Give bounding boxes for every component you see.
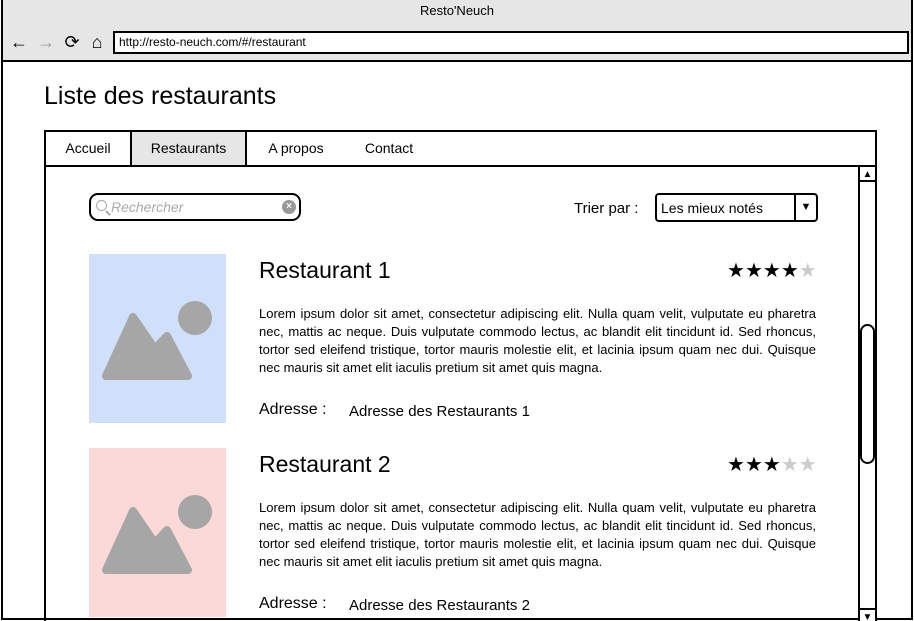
sort-label: Trier par : — [574, 200, 639, 217]
address-bar[interactable]: http://resto-neuch.com/#/restaurant — [113, 31, 909, 54]
forward-icon[interactable]: → — [36, 32, 56, 52]
star-icon: ★ — [744, 454, 763, 476]
restaurant-name[interactable]: Restaurant 2 — [259, 451, 391, 478]
scroll-up-icon[interactable]: ▲ — [860, 167, 875, 182]
address-value: Adresse des Restaurants 2 — [349, 597, 530, 614]
search-box: × — [89, 193, 301, 221]
star-icon: ★ — [780, 260, 799, 282]
chevron-down-icon[interactable]: ▼ — [794, 195, 816, 220]
rating-stars: ★★★★★ — [727, 258, 817, 283]
restaurant-list-content: × Trier par : Les mieux notés ▼ Restaura… — [46, 167, 858, 621]
restaurant-name[interactable]: Restaurant 1 — [259, 257, 391, 284]
image-placeholder-icon — [89, 448, 226, 617]
restaurant-image — [89, 254, 226, 423]
star-icon: ★ — [798, 260, 817, 282]
reload-icon[interactable]: ⟳ — [62, 32, 82, 52]
address-value: Adresse des Restaurants 1 — [349, 403, 530, 420]
url-text: http://resto-neuch.com/#/restaurant — [119, 35, 306, 49]
browser-toolbar: ← → ⟳ ⌂ http://resto-neuch.com/#/restaur… — [3, 24, 911, 62]
page-title: Liste des restaurants — [44, 82, 277, 110]
restaurant-card: Restaurant 1 ★★★★★ Lorem ipsum dolor sit… — [89, 254, 819, 444]
star-icon: ★ — [762, 454, 781, 476]
scroll-down-icon[interactable]: ▼ — [860, 608, 875, 621]
home-icon[interactable]: ⌂ — [87, 32, 107, 52]
star-icon: ★ — [798, 454, 817, 476]
tab-restaurants[interactable]: Restaurants — [130, 132, 247, 165]
star-icon: ★ — [727, 454, 745, 476]
tab-a-propos[interactable]: A propos — [247, 132, 345, 165]
star-icon: ★ — [780, 454, 799, 476]
star-icon: ★ — [727, 260, 745, 282]
main-panel: Accueil Restaurants A propos Contact × T… — [44, 130, 877, 621]
browser-window: Resto'Neuch ← → ⟳ ⌂ http://resto-neuch.c… — [1, 0, 913, 621]
nav-tabs: Accueil Restaurants A propos Contact — [46, 132, 875, 167]
image-background — [89, 448, 226, 617]
search-icon — [96, 200, 107, 211]
sort-selected-value: Les mieux notés — [661, 200, 763, 216]
restaurant-description: Lorem ipsum dolor sit amet, consectetur … — [259, 500, 816, 569]
address-label: Adresse : — [259, 401, 327, 418]
image-background — [89, 254, 226, 423]
tab-accueil[interactable]: Accueil — [46, 132, 130, 165]
window-title: Resto'Neuch — [419, 3, 495, 18]
address-label: Adresse : — [259, 595, 327, 612]
star-icon: ★ — [744, 260, 763, 282]
sort-select[interactable]: Les mieux notés ▼ — [655, 193, 818, 222]
tab-contact[interactable]: Contact — [345, 132, 433, 165]
window-titlebar: Resto'Neuch — [3, 0, 911, 24]
search-input[interactable] — [111, 197, 281, 217]
image-placeholder-icon — [89, 254, 226, 423]
back-icon[interactable]: ← — [9, 32, 29, 52]
vertical-scrollbar[interactable]: ▲ ▼ — [858, 167, 875, 621]
star-icon: ★ — [762, 260, 781, 282]
restaurant-description: Lorem ipsum dolor sit amet, consectetur … — [259, 306, 816, 375]
clear-icon[interactable]: × — [282, 200, 296, 214]
restaurant-card: Restaurant 2 ★★★★★ Lorem ipsum dolor sit… — [89, 448, 819, 621]
restaurant-image — [89, 448, 226, 617]
rating-stars: ★★★★★ — [727, 452, 817, 477]
scrollbar-thumb[interactable] — [860, 324, 875, 464]
